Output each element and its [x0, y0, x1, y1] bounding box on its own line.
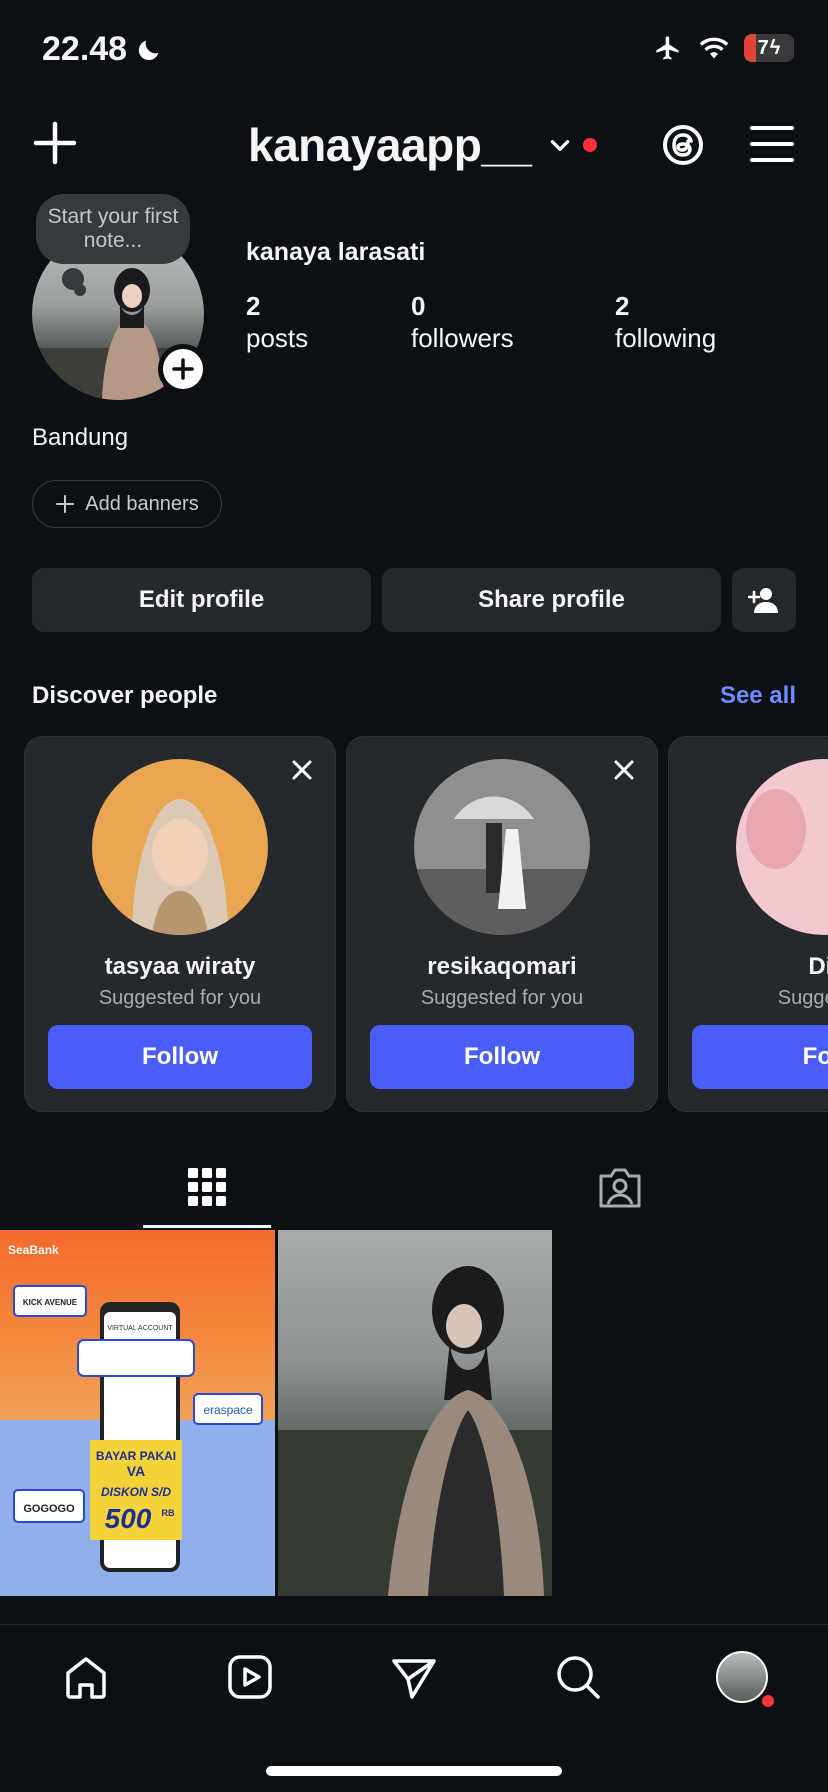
airplane-icon	[656, 36, 679, 60]
charging-bolt-icon: ϟ	[769, 36, 781, 59]
notification-dot	[762, 1695, 774, 1707]
full-name: kanaya larasati	[246, 238, 426, 266]
follow-button[interactable]: Foll	[692, 1025, 828, 1089]
suggestion-avatar[interactable]	[736, 759, 828, 935]
status-time: 22.48	[42, 30, 163, 69]
suggestion-photo	[736, 759, 828, 935]
suggestion-name[interactable]: tasyaa wiraty	[25, 953, 335, 981]
follow-label: Follow	[142, 1043, 218, 1070]
share-profile-label: Share profile	[478, 586, 625, 613]
kick-avenue-text: KICK AVENUE	[23, 1298, 78, 1307]
nav-search[interactable]	[552, 1651, 604, 1703]
suggestion-photo	[414, 759, 590, 935]
clock-text: 22.48	[42, 30, 128, 68]
search-icon	[557, 1656, 600, 1699]
suggestion-name[interactable]: Dir	[669, 953, 828, 981]
nav-home[interactable]	[60, 1651, 112, 1703]
username: kanayaapp__	[248, 119, 532, 171]
chevron-down-icon	[551, 140, 570, 151]
suggestion-avatar[interactable]	[92, 759, 268, 935]
home-indicator[interactable]	[266, 1766, 562, 1776]
virtual-account-text: VIRTUAL ACCOUNT	[107, 1325, 173, 1332]
add-person-icon	[748, 588, 778, 613]
suggestion-name[interactable]: resikaqomari	[347, 953, 657, 981]
gogogo-text: GOGOGO	[23, 1503, 75, 1515]
add-banners-label: Add banners	[85, 492, 199, 515]
suggestion-subtitle: Suggested for you	[98, 987, 262, 1009]
nav-profile[interactable]	[716, 1651, 774, 1707]
suggestion-photo	[92, 759, 268, 935]
posts-stat[interactable]: 2 posts	[246, 290, 308, 354]
suggestion-card[interactable]: Dir Suggestec Foll	[668, 736, 828, 1112]
plus-icon	[56, 495, 75, 513]
diskon-amount-text: 500	[105, 1503, 152, 1534]
bayar-pakai-text: BAYAR PAKAI	[96, 1449, 176, 1463]
post-thumbnail[interactable]	[278, 1230, 552, 1596]
followers-label: followers	[411, 323, 514, 353]
account-switcher[interactable]: kanayaapp__	[248, 118, 598, 172]
send-icon	[392, 1659, 436, 1699]
follow-label: Foll	[802, 1043, 828, 1070]
status-icons: 7ϟ	[652, 34, 794, 62]
plus-icon[interactable]	[30, 118, 80, 168]
seabank-text: SeaBank	[8, 1243, 59, 1257]
diskon-text: DISKON S/D	[101, 1485, 171, 1499]
va-text: VA	[127, 1463, 145, 1479]
nav-reels[interactable]	[224, 1651, 276, 1703]
eraspace-text: eraspace	[203, 1403, 253, 1417]
suggestion-subtitle: Suggestec	[777, 987, 828, 1009]
suggestion-avatar[interactable]	[414, 759, 590, 935]
note-text: Start your first note...	[47, 205, 179, 252]
suggestion-card[interactable]: tasyaa wiraty Suggested for you Follow	[24, 736, 336, 1112]
wifi-icon	[699, 37, 729, 59]
nav-messages[interactable]	[388, 1651, 440, 1703]
profile-tabs	[0, 1148, 828, 1228]
battery-indicator: 7ϟ	[744, 34, 794, 62]
bio-text: Bandung	[32, 424, 129, 451]
add-story-button[interactable]	[158, 344, 208, 394]
grid-icon	[188, 1167, 226, 1206]
followers-count: 0	[411, 291, 426, 321]
moon-icon	[138, 40, 159, 60]
post-image	[278, 1266, 552, 1596]
post-thumbnail[interactable]: KICK AVENUE VIRTUAL ACCOUNT BAYAR PAKAI …	[0, 1230, 275, 1596]
edit-profile-button[interactable]: Edit profile	[32, 568, 371, 632]
share-profile-button[interactable]: Share profile	[382, 568, 721, 632]
followers-stat[interactable]: 0 followers	[411, 290, 514, 354]
tab-tagged[interactable]	[556, 1148, 684, 1228]
note-bubble[interactable]: Start your first note...	[36, 194, 190, 264]
threads-icon[interactable]	[660, 122, 706, 168]
discover-people-toggle[interactable]	[732, 568, 796, 632]
follow-label: Follow	[464, 1043, 540, 1070]
rb-text: RB	[162, 1508, 175, 1518]
plus-icon	[172, 358, 194, 380]
following-count: 2	[615, 291, 630, 321]
following-stat[interactable]: 2 following	[615, 290, 716, 354]
edit-profile-label: Edit profile	[138, 586, 265, 613]
menu-icon[interactable]	[748, 124, 796, 164]
notification-dot	[583, 138, 598, 152]
discover-people-title: Discover people	[32, 682, 218, 709]
note-tail-small	[74, 284, 86, 296]
home-icon	[66, 1657, 106, 1699]
close-icon[interactable]	[287, 755, 317, 785]
tab-posts-grid[interactable]	[143, 1148, 271, 1228]
see-all-link[interactable]: See all	[720, 682, 796, 710]
battery-level: 7	[757, 36, 769, 59]
follow-button[interactable]: Follow	[48, 1025, 312, 1089]
following-label: following	[615, 323, 717, 353]
suggestion-subtitle: Suggested for you	[420, 987, 584, 1009]
tagged-person-icon	[599, 1168, 641, 1208]
reels-icon	[228, 1655, 272, 1699]
add-banners-button[interactable]: Add banners	[32, 480, 222, 528]
close-icon[interactable]	[609, 755, 639, 785]
avatar	[716, 1651, 768, 1703]
posts-count: 2	[246, 291, 261, 321]
posts-label: posts	[246, 323, 309, 353]
follow-button[interactable]: Follow	[370, 1025, 634, 1089]
suggestion-card[interactable]: resikaqomari Suggested for you Follow	[346, 736, 658, 1112]
status-bar: 22.48 7ϟ	[0, 0, 828, 100]
post-image: KICK AVENUE VIRTUAL ACCOUNT BAYAR PAKAI …	[0, 1243, 275, 1596]
